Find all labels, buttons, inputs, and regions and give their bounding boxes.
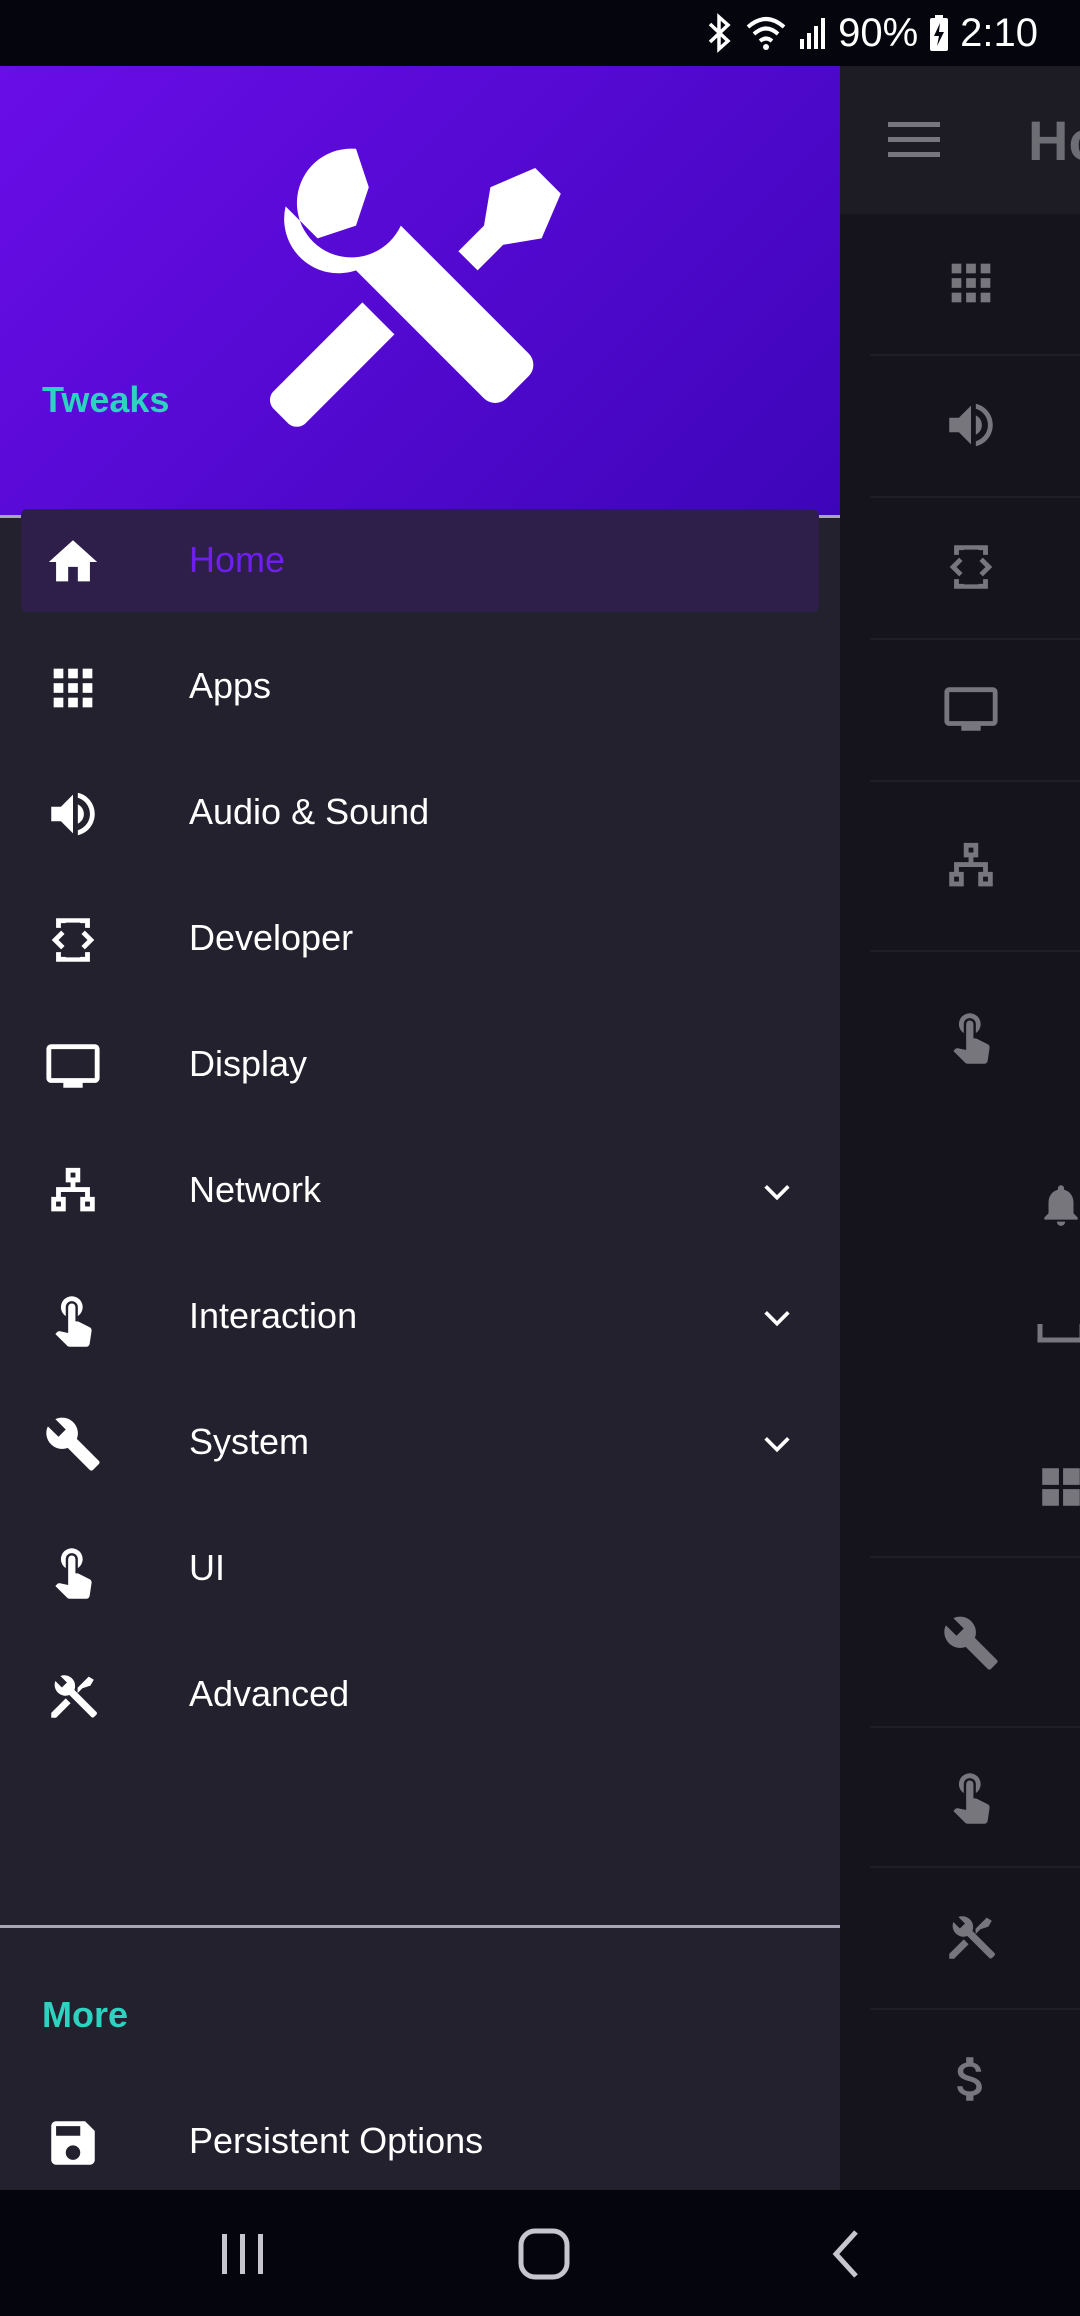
drawer-item-persistent-options[interactable]: Persistent Options [0,2090,840,2190]
wrench-icon [46,1417,100,1471]
navigation-drawer: Tweaks Home Apps Audio & Sound Developer… [0,66,840,2190]
apps-icon [951,263,991,303]
touch-icon [55,1548,92,1599]
signal-icon [800,18,826,49]
display-icon [944,687,998,731]
background-row[interactable]: In [870,952,1080,1120]
drawer-item-label: Advanced [189,1673,350,1714]
background-row[interactable]: A [870,214,1080,356]
touch-icon [953,1773,990,1824]
tools-icon [51,1675,97,1718]
space-bar-icon [1037,1324,1080,1343]
drawer-item-apps[interactable]: Apps [0,635,840,743]
chevron-down-icon[interactable] [760,1175,794,1209]
drawer-item-display[interactable]: Display [0,1013,840,1121]
developer-mode-icon [51,918,95,962]
drawer-item-label: Developer [189,917,354,958]
drawer-item-audio-sound[interactable]: Audio & Sound [0,761,840,869]
developer-mode-icon [949,545,993,589]
menu-icon[interactable] [888,120,940,158]
drawer-divider [0,1925,840,1928]
drawer-item-developer[interactable]: Developer [0,887,840,995]
network-icon [51,1167,95,1212]
touch-icon [953,1013,990,1064]
background-row[interactable]: Ad [870,1868,1080,2010]
clock: 2:10 [960,10,1038,55]
drawer-item-advanced[interactable]: Advanced [0,1643,840,1751]
background-row[interactable]: U [870,1726,1080,1868]
home-icon [48,540,98,582]
background-row[interactable]: A [870,356,1080,498]
drawer-item-label: Audio & Sound [189,791,430,832]
back-button[interactable] [826,2226,866,2282]
tools-logo-icon [269,148,561,427]
status-bar: 90% 2:10 [0,0,1080,66]
bluetooth-icon [708,13,731,53]
drawer-item-network[interactable]: Network [0,1139,840,1247]
apps-icon [53,668,93,708]
recent-apps-button[interactable] [218,2226,268,2280]
wrench-icon [944,1616,998,1670]
battery-icon [930,15,949,51]
touch-icon [55,1296,92,1347]
background-title: Ho [1028,109,1080,172]
drawer-item-label: System [189,1421,310,1462]
background-row[interactable]: D [870,498,1080,640]
home-button[interactable] [516,2226,572,2282]
drawer-item-label: Persistent Options [189,2120,484,2161]
drawer-item-label: UI [189,1547,225,1588]
background-row[interactable]: Ne Co [870,782,1080,952]
drawer-item-interaction[interactable]: Interaction [0,1265,840,1373]
background-row[interactable]: Sy St [870,1556,1080,1728]
drawer-item-system[interactable]: System [0,1391,840,1499]
chevron-down-icon[interactable] [760,1427,794,1461]
volume-icon [51,792,95,836]
display-icon [46,1044,100,1088]
wifi-icon [746,17,786,50]
grid-icon [1042,1468,1080,1506]
drawer-item-label: Interaction [189,1295,358,1336]
bell-icon [1044,1185,1078,1226]
drawer-item-label: Apps [189,665,272,706]
drawer-item-ui[interactable]: UI [0,1517,840,1625]
dollar-icon [957,2057,982,2101]
drawer-item-label: Home [189,539,286,580]
save-icon [51,2121,95,2165]
tools-icon [949,1916,995,1959]
background-row[interactable]: D [870,640,1080,782]
drawer-header [0,66,840,518]
system-navigation-bar [0,2190,1080,2316]
drawer-item-label: Display [189,1043,308,1084]
background-row[interactable]: D [870,2010,1080,2150]
background-toolbar: Ho [840,66,1080,214]
background-screen: Ho A A D D Ne Co In Sy St U Ad D [840,66,1080,2190]
network-icon [949,842,993,887]
drawer-item-home[interactable]: Home [0,509,840,617]
battery-percent: 90% [838,10,919,55]
section-title-more: More [42,1994,129,2035]
section-title-tweaks: Tweaks [42,379,170,420]
volume-icon [949,403,993,447]
drawer-item-label: Network [189,1169,322,1210]
chevron-down-icon[interactable] [760,1301,794,1335]
